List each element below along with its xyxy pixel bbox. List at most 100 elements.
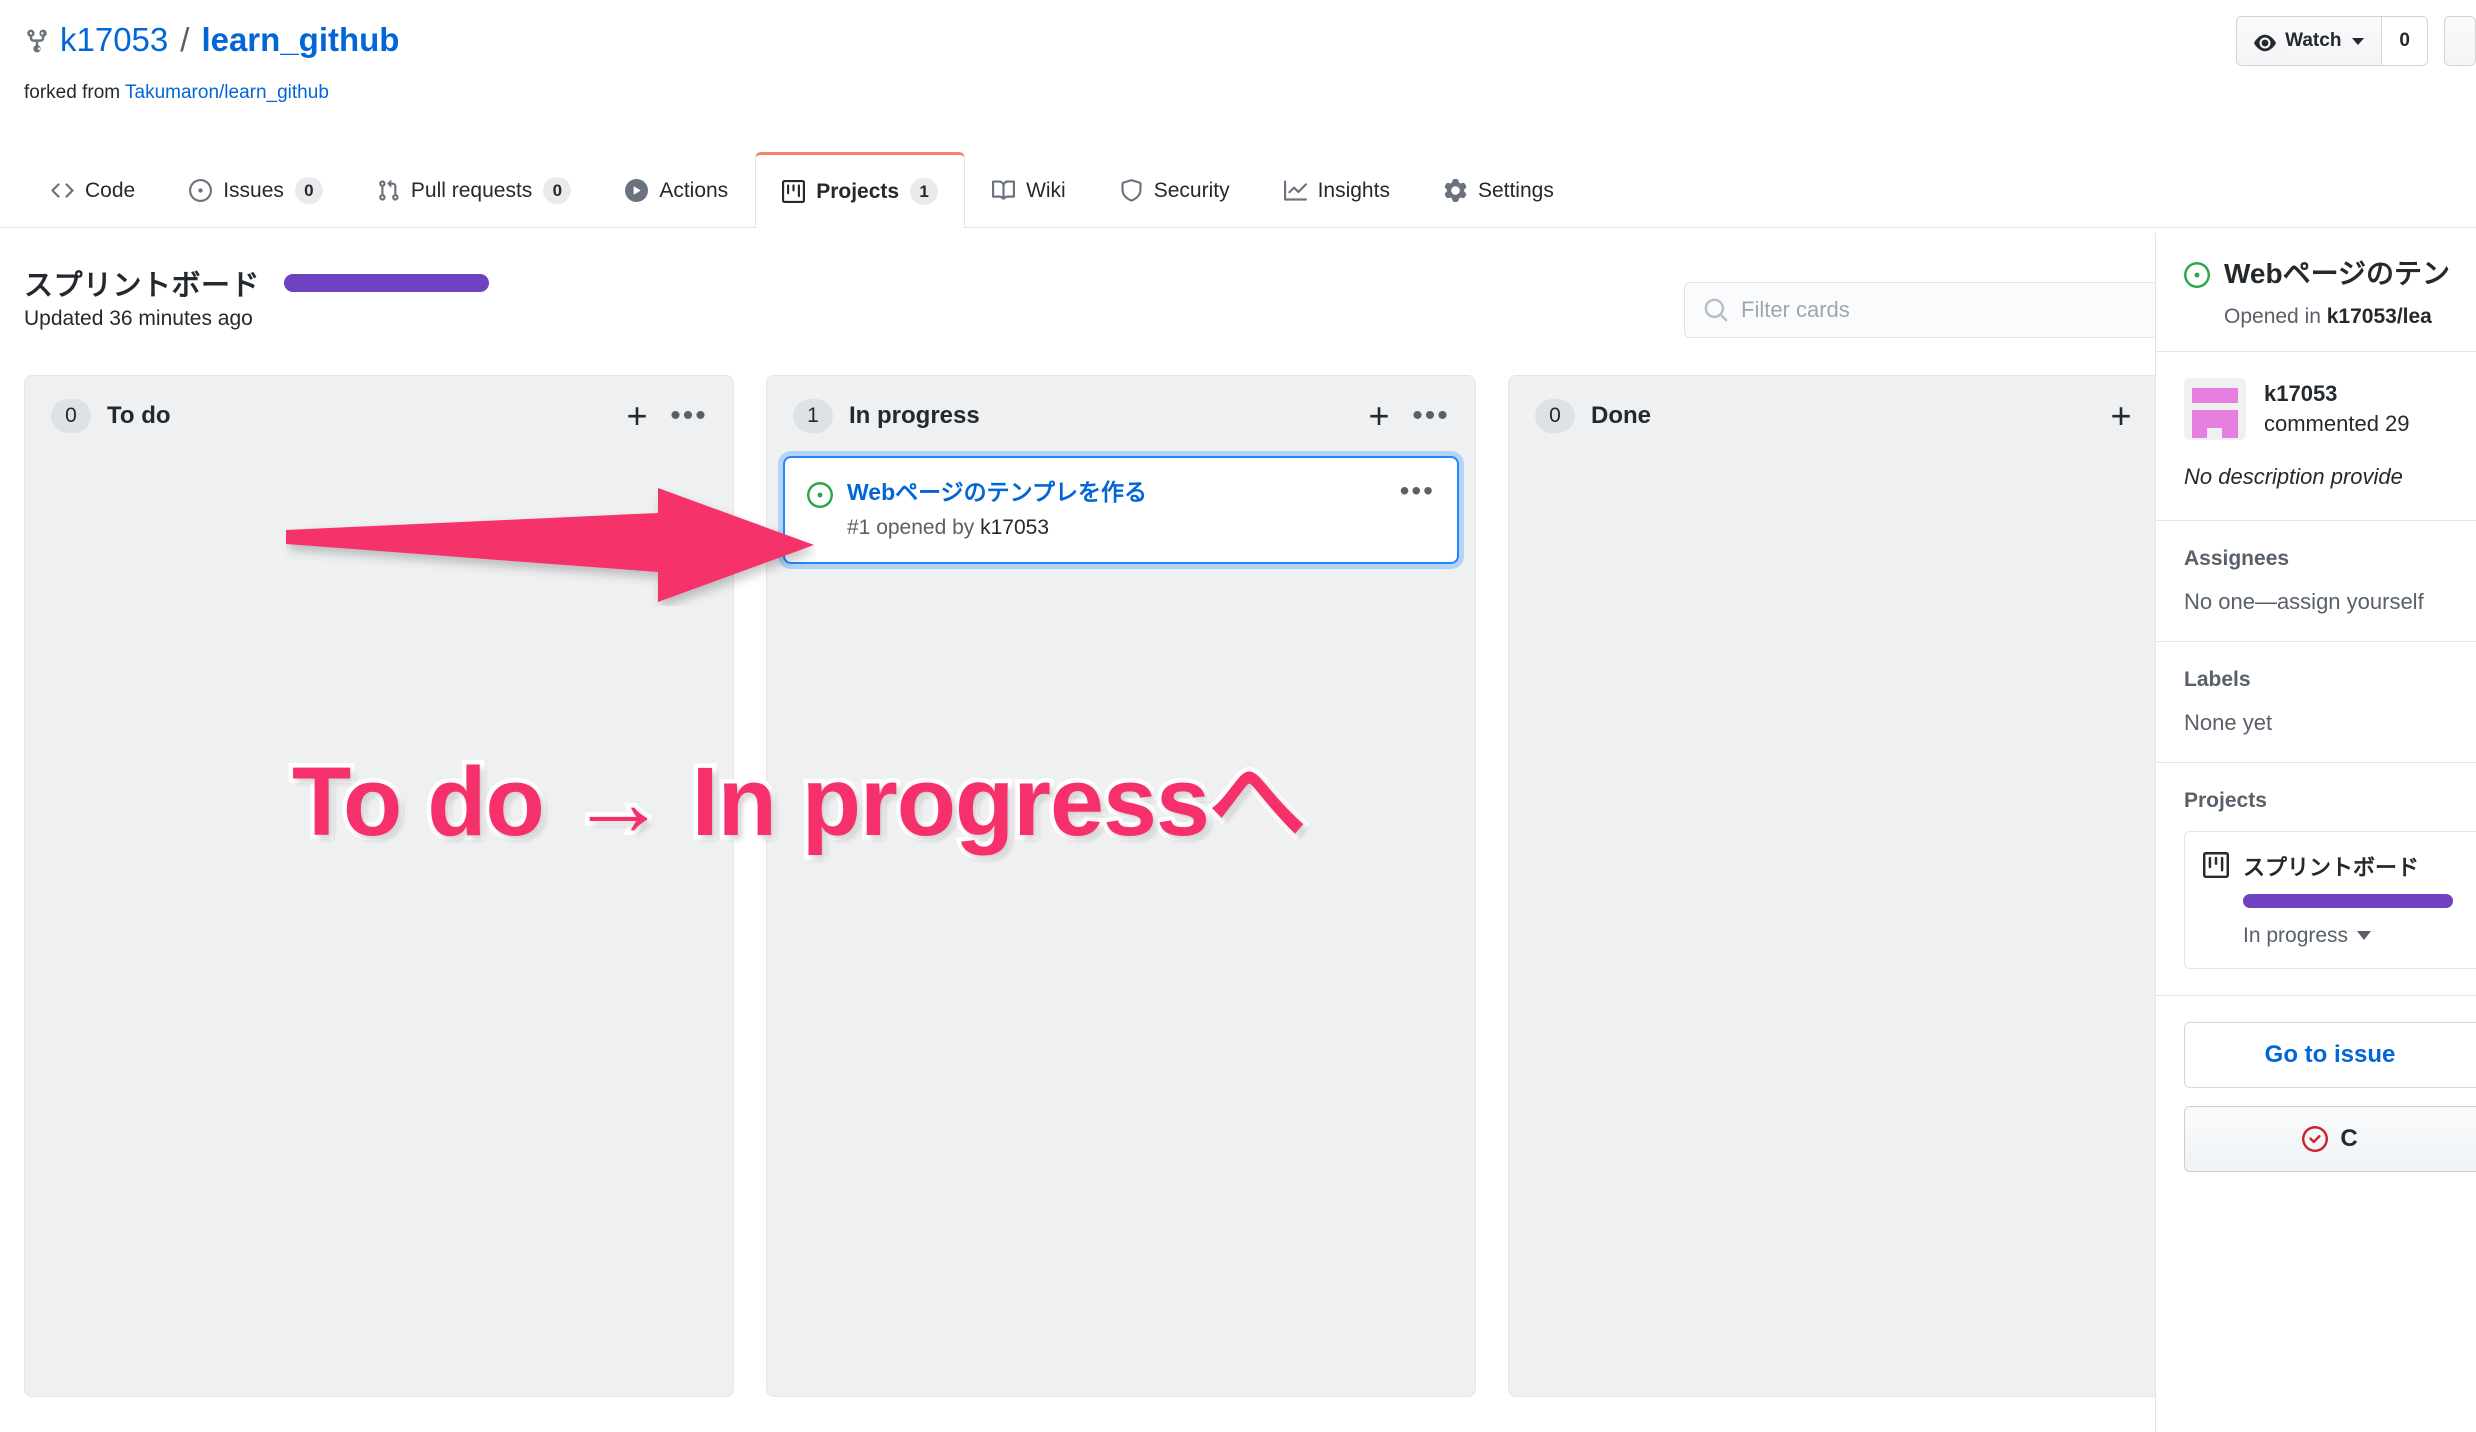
- chevron-down-icon: [2352, 37, 2365, 45]
- breadcrumb: k17053 / learn_github: [24, 21, 399, 58]
- repository-nav-tabs: Code Issues 0 Pull requests 0 Actions Pr…: [0, 152, 2476, 228]
- comment-timestamp: commented 29: [2264, 410, 2410, 436]
- assignees-section: Assignees No one—assign yourself: [2156, 521, 2476, 642]
- avatar: [2184, 377, 2246, 440]
- watch-button[interactable]: Watch: [2237, 17, 2382, 65]
- tab-label: Code: [85, 178, 136, 202]
- tab-label: Issues: [223, 178, 284, 202]
- close-issue-label: C: [2340, 1124, 2358, 1152]
- chevron-down-icon: [2357, 931, 2372, 941]
- repo-owner-link[interactable]: k17053: [60, 21, 168, 58]
- tab-wiki[interactable]: Wiki: [965, 152, 1093, 228]
- gear-icon: [1444, 179, 1467, 202]
- card-meta: #1 opened by k17053: [807, 516, 1435, 540]
- tab-label: Insights: [1317, 178, 1390, 202]
- kebab-menu-icon: •••: [1412, 399, 1450, 432]
- close-issue-button[interactable]: C: [2184, 1105, 2476, 1172]
- tab-code[interactable]: Code: [24, 152, 162, 228]
- watch-count[interactable]: 0: [2381, 17, 2427, 65]
- comment-author-name: k17053: [2264, 380, 2338, 406]
- opened-in-label: Opened in: [2224, 304, 2327, 328]
- column-done: 0 Done + •••: [1508, 375, 2218, 1397]
- board-updated-timestamp: Updated 36 minutes ago: [24, 307, 253, 330]
- project-card-body: スプリントボード In progress: [2243, 850, 2453, 948]
- tab-security[interactable]: Security: [1093, 152, 1257, 228]
- side-panel-title-row: Webページのテン: [2184, 257, 2476, 291]
- go-to-issue-button[interactable]: Go to issue: [2184, 1021, 2476, 1088]
- project-progress-bar: [2243, 893, 2453, 908]
- filter-cards-input[interactable]: [1684, 282, 2161, 338]
- projects-section: Projects スプリントボード In progress: [2156, 763, 2476, 996]
- project-name: スプリントボード: [2243, 854, 2420, 880]
- header-actions: Watch 0: [2236, 16, 2476, 66]
- card-title-row: Webページのテンプレを作る •••: [807, 477, 1435, 508]
- watch-button-group: Watch 0: [2236, 16, 2428, 66]
- plus-icon: +: [2110, 395, 2132, 436]
- card-title-link[interactable]: Webページのテンプレを作る: [847, 478, 1386, 507]
- plus-icon: +: [1368, 395, 1390, 436]
- issue-opened-icon: [2184, 262, 2210, 288]
- kebab-menu-icon: •••: [670, 399, 708, 432]
- tab-settings[interactable]: Settings: [1417, 152, 1581, 228]
- add-card-button[interactable]: +: [1361, 398, 1397, 434]
- tab-pull-requests[interactable]: Pull requests 0: [350, 152, 598, 228]
- issue-icon: [189, 179, 213, 202]
- column-to-do: 0 To do + •••: [24, 375, 734, 1397]
- tab-issues[interactable]: Issues 0: [162, 152, 350, 228]
- git-pull-icon: [377, 179, 400, 202]
- code-icon: [51, 179, 74, 202]
- column-menu-button[interactable]: •••: [1412, 398, 1450, 434]
- tab-insights[interactable]: Insights: [1257, 152, 1417, 228]
- issue-closed-icon: [2302, 1125, 2329, 1152]
- column-cards: [1509, 452, 2217, 1396]
- labels-section: Labels None yet: [2156, 642, 2476, 763]
- repo-name-link[interactable]: learn_github: [201, 21, 399, 58]
- column-card-count: 0: [1535, 399, 1575, 433]
- secondary-button-group-clipped[interactable]: [2444, 16, 2476, 66]
- clipped-button[interactable]: [2445, 17, 2475, 65]
- tab-label: Pull requests: [410, 178, 533, 202]
- tab-counter: 0: [294, 176, 323, 205]
- column-cards: Webページのテンプレを作る ••• #1 opened by k17053: [767, 452, 1475, 1396]
- project-board: 0 To do + ••• 1 In progress + ••• Webページ…: [24, 375, 2218, 1397]
- column-header: 0 To do + •••: [25, 376, 733, 452]
- avatar-shape: [2207, 409, 2222, 428]
- column-in-progress: 1 In progress + ••• Webページのテンプレを作る ••• #…: [766, 375, 1476, 1397]
- board-title-row: スプリントボード: [24, 262, 490, 304]
- tab-projects[interactable]: Projects 1: [755, 152, 966, 228]
- column-card-count: 0: [51, 399, 91, 433]
- comment-author-block: k17053 commented 29: [2264, 379, 2410, 438]
- add-card-button[interactable]: +: [619, 398, 655, 434]
- project-status-label: In progress: [2243, 923, 2349, 947]
- tab-label: Settings: [1477, 178, 1554, 202]
- add-card-button[interactable]: +: [2103, 398, 2139, 434]
- labels-value[interactable]: None yet: [2184, 710, 2476, 736]
- forked-from-source-link[interactable]: Takumaron/learn_github: [125, 82, 329, 103]
- tab-actions[interactable]: Actions: [598, 152, 755, 228]
- column-name: Done: [1591, 402, 1651, 429]
- card-meta-prefix: #1 opened by: [847, 516, 981, 539]
- eye-icon: [2254, 32, 2276, 52]
- plus-icon: +: [626, 395, 648, 436]
- column-menu-button[interactable]: •••: [670, 398, 708, 434]
- avatar-shape: [2222, 409, 2238, 438]
- column-name: To do: [107, 402, 171, 429]
- issue-opened-icon: [807, 482, 833, 508]
- issue-card[interactable]: Webページのテンプレを作る ••• #1 opened by k17053: [783, 456, 1459, 564]
- avatar-shape: [2192, 387, 2238, 403]
- github-project-board-page: k17053 / learn_github forked from Takuma…: [0, 0, 2476, 1432]
- assignees-value[interactable]: No one—assign yourself: [2184, 589, 2476, 615]
- card-menu-button[interactable]: •••: [1400, 477, 1435, 505]
- issue-description: No description provide: [2184, 463, 2403, 489]
- tab-label: Projects: [816, 179, 900, 203]
- side-panel-opened-in: Opened in k17053/lea: [2224, 305, 2476, 329]
- forked-from-label: forked from: [24, 82, 121, 103]
- project-status-dropdown[interactable]: In progress: [2243, 924, 2453, 948]
- side-panel-comment: k17053 commented 29 No description provi…: [2156, 352, 2476, 521]
- project-board-icon: [2203, 851, 2229, 883]
- card-meta-author: k17053: [980, 516, 1050, 539]
- book-icon: [992, 179, 1016, 202]
- project-card[interactable]: スプリントボード In progress: [2184, 830, 2476, 969]
- play-icon: [625, 179, 649, 202]
- repo-forked-icon: [24, 25, 50, 55]
